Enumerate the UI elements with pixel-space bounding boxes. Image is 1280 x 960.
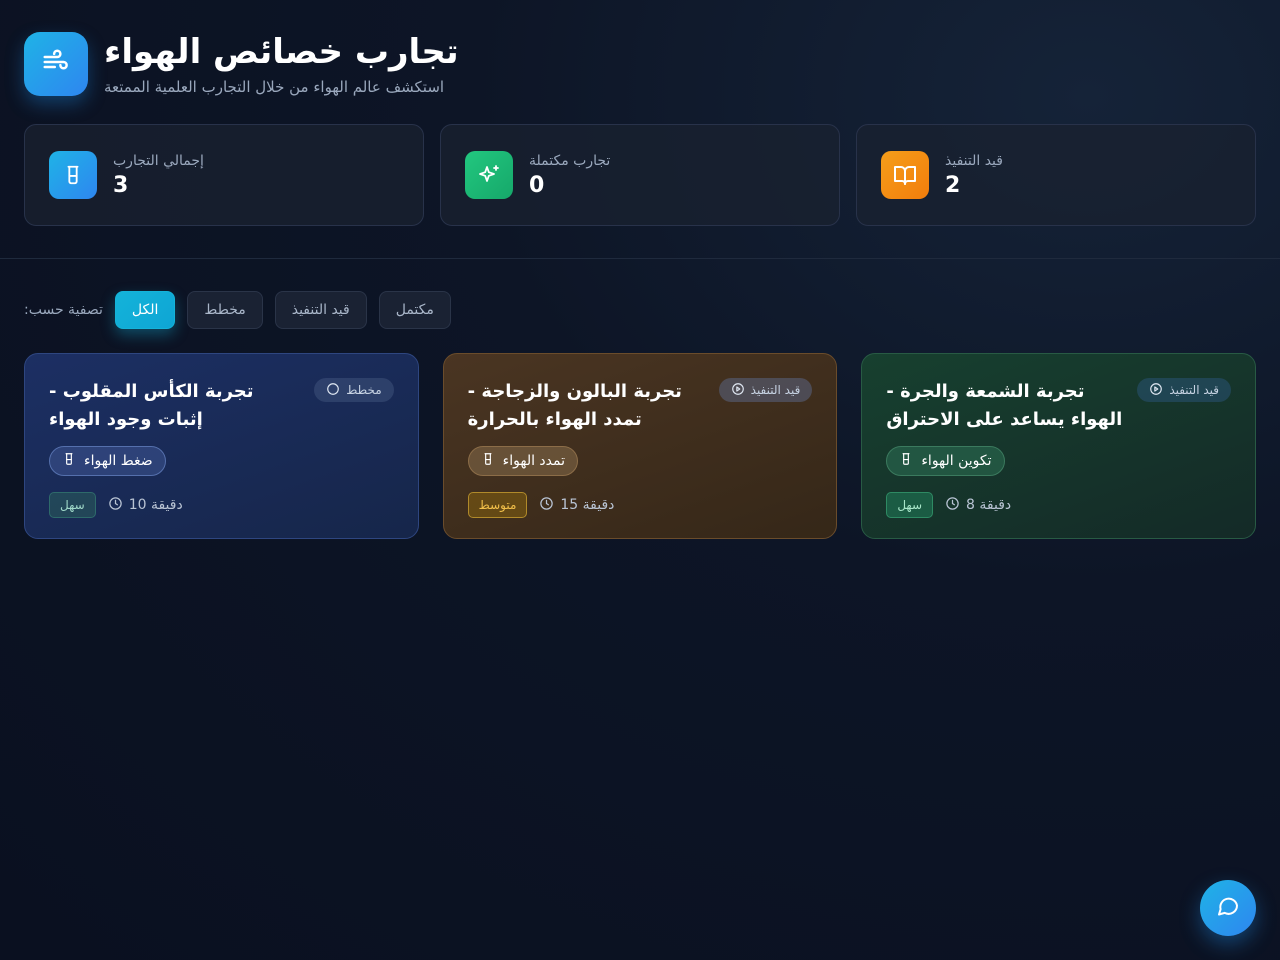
app-logo bbox=[24, 32, 88, 96]
duration-text: 10 دقيقة bbox=[128, 497, 183, 513]
stat-card-completed: تجارب مكتملة 0 bbox=[440, 124, 840, 226]
concept-tag: ضغط الهواء bbox=[49, 446, 166, 476]
page-title: تجارب خصائص الهواء bbox=[104, 32, 459, 72]
chat-button[interactable] bbox=[1200, 880, 1256, 936]
duration: 15 دقيقة bbox=[539, 496, 614, 515]
play-circle-icon bbox=[1149, 382, 1163, 399]
status-text: قيد التنفيذ bbox=[1169, 383, 1220, 397]
stat-label: إجمالي التجارب bbox=[113, 152, 204, 169]
duration-text: 15 دقيقة bbox=[560, 497, 615, 513]
status-badge: قيد التنفيذ bbox=[1137, 378, 1232, 402]
concept-text: تمدد الهواء bbox=[502, 453, 566, 469]
status-badge: قيد التنفيذ bbox=[718, 378, 813, 402]
experiment-card[interactable]: تجربة البالون والزجاجة - تمدد الهواء بال… bbox=[442, 353, 838, 539]
concept-tag: تكوين الهواء bbox=[886, 446, 1005, 476]
beaker-icon bbox=[899, 452, 913, 470]
beaker-icon bbox=[49, 151, 97, 199]
experiment-title: تجربة الشمعة والجرة - الهواء يساعد على ا… bbox=[886, 381, 1123, 430]
stat-label: قيد التنفيذ bbox=[945, 152, 1003, 169]
filter-bar: :تصفية حسب الكل مخطط قيد التنفيذ مكتمل bbox=[24, 291, 451, 329]
wind-icon bbox=[41, 47, 71, 81]
play-circle-icon bbox=[731, 382, 745, 399]
header-text: تجارب خصائص الهواء استكشف عالم الهواء من… bbox=[104, 32, 459, 96]
concept-text: تكوين الهواء bbox=[921, 453, 992, 469]
status-text: مخطط bbox=[346, 383, 382, 397]
filter-label: :تصفية حسب bbox=[24, 302, 103, 318]
experiment-card[interactable]: تجربة الكأس المقلوب - إثبات وجود الهواء … bbox=[24, 353, 419, 539]
beaker-icon bbox=[62, 452, 76, 470]
stats-row: إجمالي التجارب 3 تجارب مكتملة 0 قيد التن… bbox=[24, 124, 1256, 226]
experiment-title: تجربة الكأس المقلوب - إثبات وجود الهواء bbox=[49, 381, 254, 430]
stat-value: 0 bbox=[529, 172, 545, 198]
stat-label: تجارب مكتملة bbox=[529, 152, 611, 169]
concept-text: ضغط الهواء bbox=[84, 453, 153, 469]
difficulty-badge: سهل bbox=[886, 492, 934, 518]
stat-card-total: إجمالي التجارب 3 bbox=[24, 124, 424, 226]
page: تجارب خصائص الهواء استكشف عالم الهواء من… bbox=[0, 0, 1280, 960]
duration-text: 8 دقيقة bbox=[966, 497, 1012, 513]
duration: 10 دقيقة bbox=[108, 496, 183, 515]
clock-icon bbox=[108, 496, 123, 515]
duration: 8 دقيقة bbox=[945, 496, 1011, 515]
status-text: قيد التنفيذ bbox=[750, 383, 801, 397]
stat-value: 3 bbox=[113, 172, 129, 198]
filter-all-button[interactable]: الكل bbox=[114, 291, 176, 329]
page-subtitle: استكشف عالم الهواء من خلال التجارب العلم… bbox=[104, 78, 445, 96]
section-divider bbox=[0, 258, 1280, 259]
message-circle-icon bbox=[1216, 894, 1240, 922]
circle-icon bbox=[326, 382, 340, 399]
clock-icon bbox=[945, 496, 960, 515]
experiment-card[interactable]: تجربة الشمعة والجرة - الهواء يساعد على ا… bbox=[861, 353, 1257, 539]
status-badge: مخطط bbox=[314, 378, 394, 402]
concept-tag: تمدد الهواء bbox=[467, 446, 579, 476]
page-header: تجارب خصائص الهواء استكشف عالم الهواء من… bbox=[24, 32, 459, 96]
filter-planned-button[interactable]: مخطط bbox=[187, 291, 263, 329]
difficulty-badge: سهل bbox=[49, 492, 96, 518]
filter-completed-button[interactable]: مكتمل bbox=[378, 291, 451, 329]
book-open-icon bbox=[881, 151, 929, 199]
sparkles-icon bbox=[465, 151, 513, 199]
beaker-icon bbox=[481, 452, 495, 470]
experiment-title: تجربة البالون والزجاجة - تمدد الهواء بال… bbox=[467, 381, 682, 430]
stat-value: 2 bbox=[945, 172, 961, 198]
filter-in-progress-button[interactable]: قيد التنفيذ bbox=[274, 291, 367, 329]
stat-card-in-progress: قيد التنفيذ 2 bbox=[856, 124, 1256, 226]
difficulty-badge: متوسط bbox=[467, 492, 528, 518]
experiment-cards: تجربة الكأس المقلوب - إثبات وجود الهواء … bbox=[24, 353, 1257, 539]
clock-icon bbox=[539, 496, 554, 515]
